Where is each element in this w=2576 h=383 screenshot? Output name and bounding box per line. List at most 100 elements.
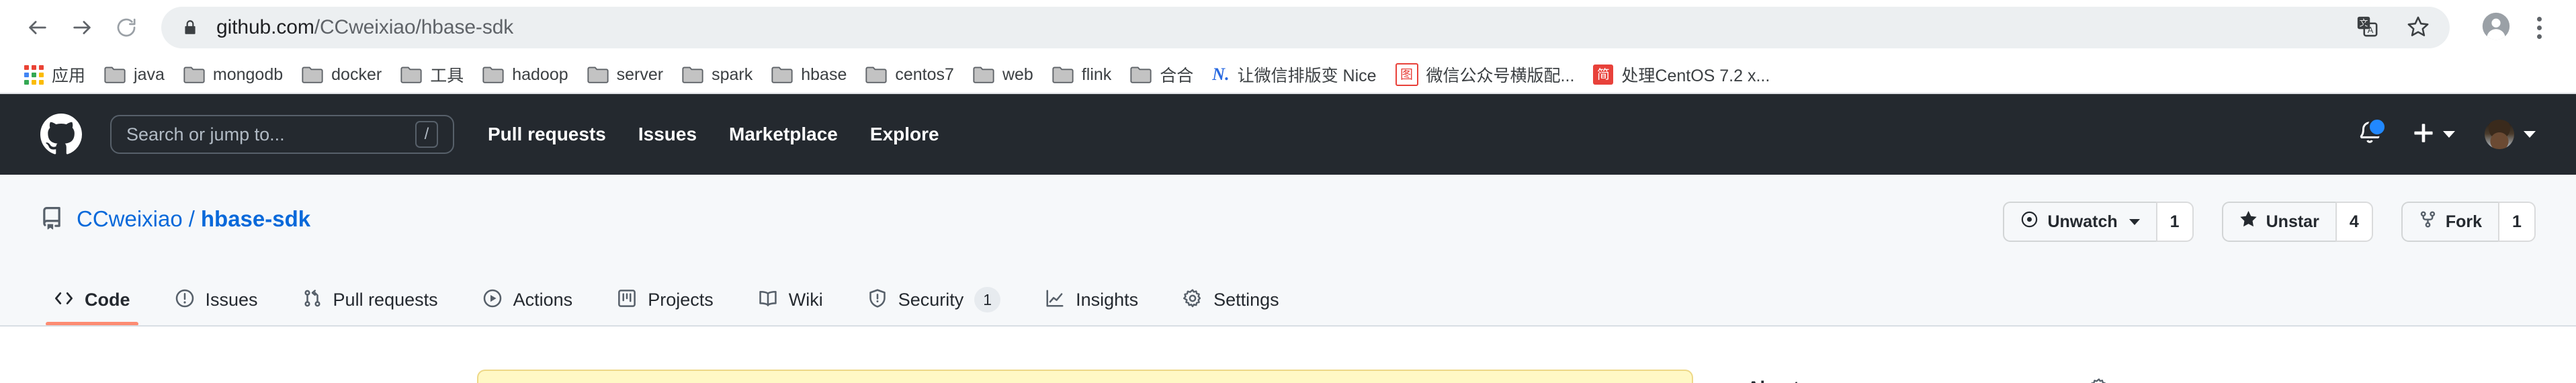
bookmark-item-hehe[interactable]: 合合 xyxy=(1123,59,1200,90)
tab-pull-requests[interactable]: Pull requests xyxy=(289,279,452,321)
bookmark-label: 处理CentOS 7.2 x... xyxy=(1621,67,1770,85)
tab-settings[interactable]: Settings xyxy=(1169,279,1293,321)
watch-count[interactable]: 1 xyxy=(2155,202,2194,242)
plus-icon xyxy=(2412,122,2435,148)
bookmark-item-mongodb[interactable]: mongodb xyxy=(177,59,290,90)
folder-icon xyxy=(400,65,422,84)
book-icon xyxy=(758,288,778,312)
bookmark-item-tools[interactable]: 工具 xyxy=(394,59,470,90)
repo-name-link[interactable]: hbase-sdk xyxy=(201,208,310,230)
address-bar[interactable]: github.com/CCweixiao/hbase-sdk 文 A xyxy=(161,7,2450,48)
tab-security[interactable]: Security 1 xyxy=(854,279,1014,321)
bookmark-item-docker[interactable]: docker xyxy=(295,59,388,90)
unstar-button[interactable]: Unstar xyxy=(2221,202,2335,242)
bookmark-item-flink[interactable]: flink xyxy=(1045,59,1118,90)
bookmark-item-centos72[interactable]: 简 处理CentOS 7.2 x... xyxy=(1586,59,1776,90)
red-outline-badge-icon: 图 xyxy=(1395,63,1418,86)
bookmark-label: 让微信排版变 Nice xyxy=(1237,67,1377,85)
profile-button[interactable] xyxy=(2475,7,2517,48)
repo-name-text: hbase-sdk xyxy=(200,206,311,231)
bookmark-label: centos7 xyxy=(895,65,954,84)
folder-icon xyxy=(771,65,793,84)
folder-icon xyxy=(1130,65,1152,84)
url-host: github.com xyxy=(216,16,314,38)
bookmark-label: flink xyxy=(1081,65,1112,84)
bookmark-item-centos7[interactable]: centos7 xyxy=(859,59,961,90)
back-arrow-icon xyxy=(26,16,49,39)
tab-insights[interactable]: Insights xyxy=(1031,279,1152,321)
chevron-down-icon xyxy=(2129,218,2140,225)
forward-button[interactable] xyxy=(62,7,102,48)
nav-issues[interactable]: Issues xyxy=(638,124,697,145)
fork-button-group: Fork 1 xyxy=(2401,202,2536,242)
address-bar-url: github.com/CCweixiao/hbase-sdk xyxy=(216,16,513,39)
repository-tabs: Code Issues Pull requests Actions Projec… xyxy=(0,279,2576,326)
back-button[interactable] xyxy=(17,7,58,48)
global-search-input[interactable]: Search or jump to... / xyxy=(110,115,454,154)
bookmark-item-server[interactable]: server xyxy=(581,59,670,90)
star-button-group: Unstar 4 xyxy=(2221,202,2373,242)
tab-projects[interactable]: Projects xyxy=(603,279,727,321)
omnibox-actions: 文 A xyxy=(2335,15,2430,41)
tab-wiki[interactable]: Wiki xyxy=(744,279,836,321)
bookmark-item-web[interactable]: web xyxy=(966,59,1040,90)
graph-icon xyxy=(1045,288,1065,312)
star-filled-icon xyxy=(2239,210,2258,233)
repository-title: CCweixiao / hbase-sdk xyxy=(40,207,310,230)
nav-explore[interactable]: Explore xyxy=(870,124,939,145)
bookmark-item-hbase[interactable]: hbase xyxy=(765,59,853,90)
global-nav: Pull requests Issues Marketplace Explore xyxy=(488,124,939,145)
red-solid-badge-icon: 简 xyxy=(1593,65,1614,85)
unwatch-label: Unwatch xyxy=(2047,212,2118,231)
star-outline-icon[interactable] xyxy=(2407,15,2430,41)
bookmark-item-spark[interactable]: spark xyxy=(675,59,759,90)
nav-pull-requests[interactable]: Pull requests xyxy=(488,124,606,145)
repository-body: About xyxy=(0,327,2576,383)
browser-menu-button[interactable] xyxy=(2520,7,2559,48)
tab-issues[interactable]: Issues xyxy=(161,279,271,321)
git-pull-request-icon xyxy=(302,288,323,312)
nav-marketplace[interactable]: Marketplace xyxy=(729,124,838,145)
translate-icon[interactable]: 文 A xyxy=(2356,15,2378,41)
chevron-down-icon xyxy=(2524,131,2536,138)
reload-icon xyxy=(115,16,138,39)
about-settings-gear[interactable] xyxy=(2090,378,2108,383)
fork-button[interactable]: Fork xyxy=(2401,202,2498,242)
tab-actions[interactable]: Actions xyxy=(469,279,587,321)
bookmark-item-wechat-layout[interactable]: 图 微信公众号横版配... xyxy=(1389,59,1582,90)
tab-label: Settings xyxy=(1213,289,1279,310)
code-icon xyxy=(54,288,74,312)
watch-button-group: Unwatch 1 xyxy=(2003,202,2194,242)
notice-banner xyxy=(477,370,1693,383)
unwatch-button[interactable]: Unwatch xyxy=(2003,202,2156,242)
bookmark-label: hbase xyxy=(801,65,847,84)
reload-button[interactable] xyxy=(106,7,146,48)
folder-icon xyxy=(682,65,703,84)
browser-chrome: github.com/CCweixiao/hbase-sdk 文 A 应用 ja… xyxy=(0,0,2576,94)
bookmark-item-apps[interactable]: 应用 xyxy=(17,59,92,90)
notifications-button[interactable] xyxy=(2357,117,2387,149)
tab-code[interactable]: Code xyxy=(40,279,144,326)
bookmark-item-java[interactable]: java xyxy=(97,59,171,90)
browser-toolbar: github.com/CCweixiao/hbase-sdk 文 A xyxy=(0,0,2576,55)
bookmark-label: 工具 xyxy=(430,67,464,85)
search-shortcut-badge: / xyxy=(415,121,438,148)
github-mark-icon[interactable] xyxy=(40,114,82,155)
create-new-button[interactable] xyxy=(2412,122,2455,148)
gear-icon xyxy=(1183,288,1203,312)
folder-icon xyxy=(104,65,126,84)
fork-count[interactable]: 1 xyxy=(2498,202,2536,242)
user-menu-button[interactable] xyxy=(2485,120,2536,149)
security-alert-count: 1 xyxy=(974,286,1001,313)
lock-icon xyxy=(181,19,199,36)
bookmark-item-hadoop[interactable]: hadoop xyxy=(476,59,574,90)
user-avatar-icon xyxy=(2481,11,2511,44)
star-count[interactable]: 4 xyxy=(2335,202,2373,242)
avatar xyxy=(2485,120,2514,149)
repo-owner-link[interactable]: CCweixiao xyxy=(77,208,183,230)
tab-label: Security xyxy=(898,289,964,310)
tab-label: Issues xyxy=(205,289,258,310)
bookmark-item-nice-wechat[interactable]: N. 让微信排版变 Nice xyxy=(1205,59,1383,90)
issue-opened-icon xyxy=(175,288,195,312)
eye-icon xyxy=(2020,210,2038,233)
